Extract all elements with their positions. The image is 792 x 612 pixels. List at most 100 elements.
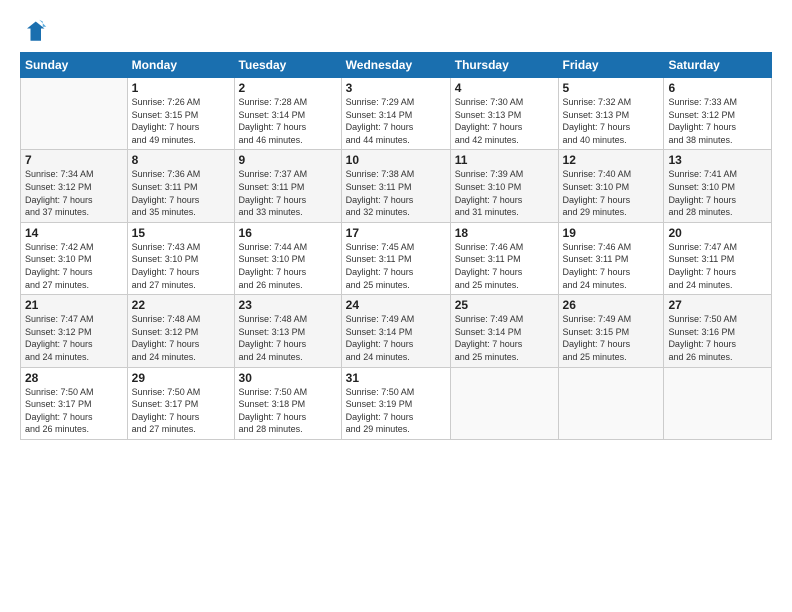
calendar-header-row: SundayMondayTuesdayWednesdayThursdayFrid… [21,53,772,78]
calendar-cell: 31Sunrise: 7:50 AM Sunset: 3:19 PM Dayli… [341,367,450,439]
day-number: 3 [346,81,446,95]
day-number: 2 [239,81,337,95]
cell-info: Sunrise: 7:42 AM Sunset: 3:10 PM Dayligh… [25,241,123,291]
calendar-cell: 17Sunrise: 7:45 AM Sunset: 3:11 PM Dayli… [341,222,450,294]
cell-info: Sunrise: 7:48 AM Sunset: 3:13 PM Dayligh… [239,313,337,363]
cell-info: Sunrise: 7:50 AM Sunset: 3:17 PM Dayligh… [25,386,123,436]
calendar-cell: 9Sunrise: 7:37 AM Sunset: 3:11 PM Daylig… [234,150,341,222]
header [20,18,772,46]
day-number: 29 [132,371,230,385]
calendar-cell: 4Sunrise: 7:30 AM Sunset: 3:13 PM Daylig… [450,78,558,150]
cell-info: Sunrise: 7:49 AM Sunset: 3:14 PM Dayligh… [455,313,554,363]
cell-info: Sunrise: 7:28 AM Sunset: 3:14 PM Dayligh… [239,96,337,146]
cell-info: Sunrise: 7:44 AM Sunset: 3:10 PM Dayligh… [239,241,337,291]
day-number: 13 [668,153,767,167]
day-header-friday: Friday [558,53,664,78]
cell-info: Sunrise: 7:32 AM Sunset: 3:13 PM Dayligh… [563,96,660,146]
calendar-cell: 14Sunrise: 7:42 AM Sunset: 3:10 PM Dayli… [21,222,128,294]
day-number: 22 [132,298,230,312]
day-number: 18 [455,226,554,240]
day-number: 31 [346,371,446,385]
day-header-saturday: Saturday [664,53,772,78]
cell-info: Sunrise: 7:39 AM Sunset: 3:10 PM Dayligh… [455,168,554,218]
day-number: 15 [132,226,230,240]
cell-info: Sunrise: 7:50 AM Sunset: 3:16 PM Dayligh… [668,313,767,363]
cell-info: Sunrise: 7:50 AM Sunset: 3:17 PM Dayligh… [132,386,230,436]
calendar-week-5: 28Sunrise: 7:50 AM Sunset: 3:17 PM Dayli… [21,367,772,439]
cell-info: Sunrise: 7:49 AM Sunset: 3:15 PM Dayligh… [563,313,660,363]
cell-info: Sunrise: 7:30 AM Sunset: 3:13 PM Dayligh… [455,96,554,146]
calendar-week-1: 1Sunrise: 7:26 AM Sunset: 3:15 PM Daylig… [21,78,772,150]
calendar-cell: 28Sunrise: 7:50 AM Sunset: 3:17 PM Dayli… [21,367,128,439]
cell-info: Sunrise: 7:47 AM Sunset: 3:11 PM Dayligh… [668,241,767,291]
calendar-cell: 24Sunrise: 7:49 AM Sunset: 3:14 PM Dayli… [341,295,450,367]
cell-info: Sunrise: 7:45 AM Sunset: 3:11 PM Dayligh… [346,241,446,291]
calendar-cell: 30Sunrise: 7:50 AM Sunset: 3:18 PM Dayli… [234,367,341,439]
day-number: 25 [455,298,554,312]
day-number: 27 [668,298,767,312]
calendar-cell: 23Sunrise: 7:48 AM Sunset: 3:13 PM Dayli… [234,295,341,367]
calendar-cell: 11Sunrise: 7:39 AM Sunset: 3:10 PM Dayli… [450,150,558,222]
cell-info: Sunrise: 7:34 AM Sunset: 3:12 PM Dayligh… [25,168,123,218]
cell-info: Sunrise: 7:38 AM Sunset: 3:11 PM Dayligh… [346,168,446,218]
day-number: 9 [239,153,337,167]
calendar-cell: 26Sunrise: 7:49 AM Sunset: 3:15 PM Dayli… [558,295,664,367]
calendar-week-4: 21Sunrise: 7:47 AM Sunset: 3:12 PM Dayli… [21,295,772,367]
day-number: 30 [239,371,337,385]
cell-info: Sunrise: 7:50 AM Sunset: 3:18 PM Dayligh… [239,386,337,436]
cell-info: Sunrise: 7:37 AM Sunset: 3:11 PM Dayligh… [239,168,337,218]
calendar-cell: 22Sunrise: 7:48 AM Sunset: 3:12 PM Dayli… [127,295,234,367]
day-number: 26 [563,298,660,312]
calendar-cell: 7Sunrise: 7:34 AM Sunset: 3:12 PM Daylig… [21,150,128,222]
cell-info: Sunrise: 7:48 AM Sunset: 3:12 PM Dayligh… [132,313,230,363]
day-header-thursday: Thursday [450,53,558,78]
day-header-tuesday: Tuesday [234,53,341,78]
calendar-cell: 21Sunrise: 7:47 AM Sunset: 3:12 PM Dayli… [21,295,128,367]
cell-info: Sunrise: 7:50 AM Sunset: 3:19 PM Dayligh… [346,386,446,436]
calendar-cell: 27Sunrise: 7:50 AM Sunset: 3:16 PM Dayli… [664,295,772,367]
day-number: 20 [668,226,767,240]
calendar-cell [21,78,128,150]
calendar-cell [450,367,558,439]
cell-info: Sunrise: 7:43 AM Sunset: 3:10 PM Dayligh… [132,241,230,291]
day-number: 11 [455,153,554,167]
calendar-cell [558,367,664,439]
calendar-cell: 2Sunrise: 7:28 AM Sunset: 3:14 PM Daylig… [234,78,341,150]
calendar-week-3: 14Sunrise: 7:42 AM Sunset: 3:10 PM Dayli… [21,222,772,294]
day-header-sunday: Sunday [21,53,128,78]
day-number: 12 [563,153,660,167]
cell-info: Sunrise: 7:46 AM Sunset: 3:11 PM Dayligh… [455,241,554,291]
calendar-cell: 8Sunrise: 7:36 AM Sunset: 3:11 PM Daylig… [127,150,234,222]
day-number: 6 [668,81,767,95]
calendar-cell: 3Sunrise: 7:29 AM Sunset: 3:14 PM Daylig… [341,78,450,150]
calendar-cell: 12Sunrise: 7:40 AM Sunset: 3:10 PM Dayli… [558,150,664,222]
day-number: 17 [346,226,446,240]
cell-info: Sunrise: 7:26 AM Sunset: 3:15 PM Dayligh… [132,96,230,146]
calendar-cell: 20Sunrise: 7:47 AM Sunset: 3:11 PM Dayli… [664,222,772,294]
day-number: 19 [563,226,660,240]
cell-info: Sunrise: 7:41 AM Sunset: 3:10 PM Dayligh… [668,168,767,218]
calendar-cell: 18Sunrise: 7:46 AM Sunset: 3:11 PM Dayli… [450,222,558,294]
cell-info: Sunrise: 7:46 AM Sunset: 3:11 PM Dayligh… [563,241,660,291]
logo [20,18,52,46]
day-number: 23 [239,298,337,312]
day-number: 1 [132,81,230,95]
calendar-cell: 16Sunrise: 7:44 AM Sunset: 3:10 PM Dayli… [234,222,341,294]
logo-icon [20,18,48,46]
calendar-cell: 29Sunrise: 7:50 AM Sunset: 3:17 PM Dayli… [127,367,234,439]
calendar-cell: 1Sunrise: 7:26 AM Sunset: 3:15 PM Daylig… [127,78,234,150]
calendar-cell [664,367,772,439]
day-header-monday: Monday [127,53,234,78]
day-number: 24 [346,298,446,312]
calendar-week-2: 7Sunrise: 7:34 AM Sunset: 3:12 PM Daylig… [21,150,772,222]
cell-info: Sunrise: 7:36 AM Sunset: 3:11 PM Dayligh… [132,168,230,218]
day-number: 10 [346,153,446,167]
calendar-cell: 25Sunrise: 7:49 AM Sunset: 3:14 PM Dayli… [450,295,558,367]
day-number: 7 [25,153,123,167]
day-number: 8 [132,153,230,167]
calendar-cell: 15Sunrise: 7:43 AM Sunset: 3:10 PM Dayli… [127,222,234,294]
calendar-cell: 19Sunrise: 7:46 AM Sunset: 3:11 PM Dayli… [558,222,664,294]
day-number: 21 [25,298,123,312]
day-header-wednesday: Wednesday [341,53,450,78]
calendar-cell: 6Sunrise: 7:33 AM Sunset: 3:12 PM Daylig… [664,78,772,150]
